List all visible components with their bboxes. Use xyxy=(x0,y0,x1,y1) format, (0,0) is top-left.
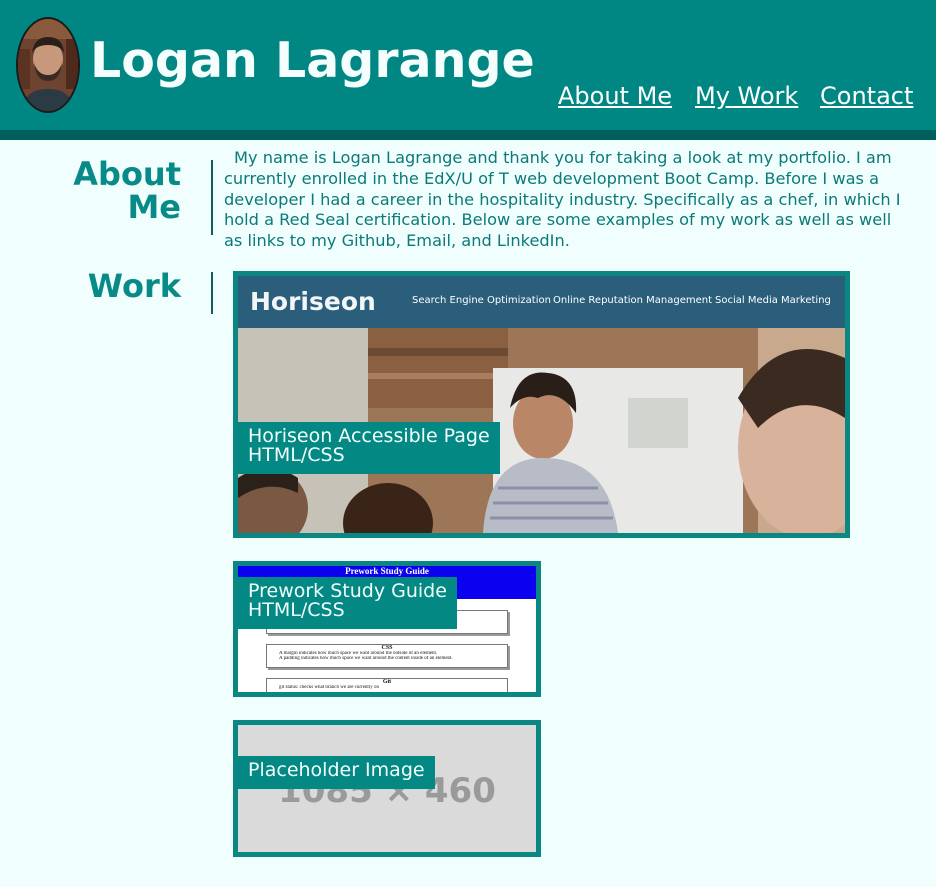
nav-link-contact[interactable]: Contact xyxy=(820,82,913,110)
nav-link-about-me[interactable]: About Me xyxy=(558,82,672,110)
project-label-horiseon: Horiseon Accessible Page HTML/CSS xyxy=(238,422,500,474)
project-title: Placeholder Image xyxy=(248,759,425,781)
about-title-line2: Me xyxy=(127,188,181,226)
about-title-line1: About xyxy=(73,155,181,193)
about-text: My name is Logan Lagrange and thank you … xyxy=(224,148,901,251)
site-title: Logan Lagrange xyxy=(90,32,535,89)
prework-preview-box-css: CSS A margin indicates how much space we… xyxy=(266,644,508,668)
project-tech: HTML/CSS xyxy=(248,599,345,621)
horiseon-preview-nav-2: Online Reputation Management xyxy=(553,295,713,306)
project-card-prework[interactable]: Prework Study Guide CSS A margin indicat… xyxy=(233,561,541,697)
about-section-title: About Me xyxy=(73,158,181,224)
horiseon-preview-brand: Horiseon xyxy=(250,287,376,316)
project-card-placeholder[interactable]: 1085 × 460 Placeholder Image xyxy=(233,720,541,857)
prework-preview-css-bullet-2: A padding indicates how much space we wa… xyxy=(279,656,453,661)
project-label-prework: Prework Study Guide HTML/CSS xyxy=(238,577,457,629)
project-label-placeholder: Placeholder Image xyxy=(238,756,435,789)
project-tech: HTML/CSS xyxy=(248,444,345,466)
project-card-horiseon[interactable]: Horiseon Search Engine Optimization Onli… xyxy=(233,271,850,538)
horiseon-preview-nav-3: Social Media Marketing xyxy=(715,295,831,306)
prework-preview-heading: Prework Study Guide xyxy=(345,566,429,576)
work-divider xyxy=(211,272,213,314)
prework-preview-git-bullet-1: git status: checks what branch we are cu… xyxy=(279,685,379,690)
horiseon-preview-header: Horiseon Search Engine Optimization Onli… xyxy=(238,276,845,328)
nav-link-my-work[interactable]: My Work xyxy=(695,82,798,110)
prework-preview-box-git: Git git status: checks what branch we ar… xyxy=(266,678,508,692)
site-header: Logan Lagrange About Me My Work Contact xyxy=(0,0,936,140)
profile-photo xyxy=(18,19,78,111)
about-divider xyxy=(211,160,213,235)
horiseon-preview-nav-1: Search Engine Optimization xyxy=(412,295,551,306)
avatar xyxy=(16,17,80,113)
work-section-title: Work xyxy=(87,267,181,305)
